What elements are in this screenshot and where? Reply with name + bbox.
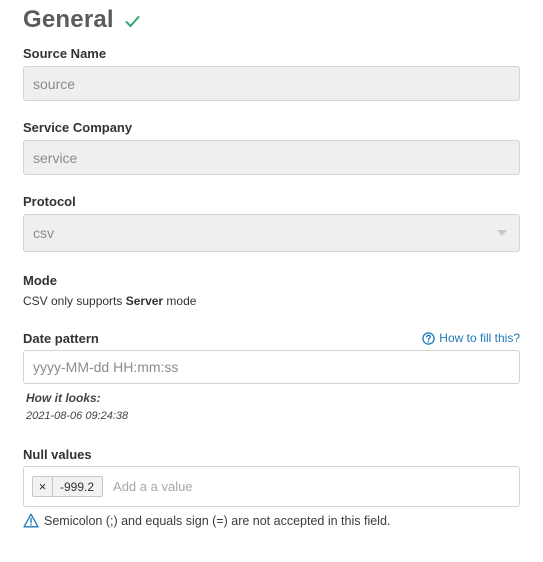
remove-tag-button[interactable]: × <box>33 477 53 496</box>
null-value-tag: × -999.2 <box>32 476 104 497</box>
how-to-fill-text[interactable]: How to fill this? <box>439 331 520 345</box>
section-title: General <box>23 6 114 33</box>
source-name-label: Source Name <box>23 46 107 61</box>
service-company-field[interactable]: service <box>23 140 520 175</box>
null-values-placeholder[interactable]: Add a a value <box>113 479 193 494</box>
chevron-down-icon[interactable] <box>497 230 507 236</box>
check-icon <box>125 16 140 27</box>
protocol-select[interactable]: csv <box>23 214 520 252</box>
section-header: General <box>23 6 140 34</box>
null-values-warning: Semicolon (;) and equals sign (=) are no… <box>23 513 390 528</box>
service-company-label: Service Company <box>23 120 133 135</box>
null-values-label: Null values <box>23 447 92 462</box>
preview-value: 2021-08-06 09:24:38 <box>26 410 129 422</box>
tag-value: -999.2 <box>60 479 95 494</box>
mode-label: Mode <box>23 273 57 288</box>
date-pattern-placeholder: yyyy-MM-dd HH:mm:ss <box>33 359 179 375</box>
warning-triangle-icon <box>23 513 39 528</box>
null-values-input[interactable]: × -999.2 Add a a value <box>23 466 520 507</box>
date-pattern-input[interactable]: yyyy-MM-dd HH:mm:ss <box>23 350 520 384</box>
date-pattern-label: Date pattern <box>23 331 99 346</box>
how-to-fill-link[interactable]: How to fill this? <box>422 331 520 345</box>
protocol-value: csv <box>33 225 54 241</box>
question-circle-icon <box>422 331 436 345</box>
preview-label: How it looks: <box>26 391 101 405</box>
mode-text-bold: Server <box>125 294 164 308</box>
source-name-value: source <box>33 75 76 92</box>
mode-description: CSV only supports Server mode <box>23 294 196 308</box>
mode-text-prefix: CSV only supports <box>23 294 126 308</box>
service-company-value: service <box>33 149 78 166</box>
source-name-field[interactable]: source <box>23 66 520 101</box>
warning-text: Semicolon (;) and equals sign (=) are no… <box>44 513 391 528</box>
protocol-label: Protocol <box>23 194 76 209</box>
mode-text-suffix: mode <box>163 294 197 308</box>
